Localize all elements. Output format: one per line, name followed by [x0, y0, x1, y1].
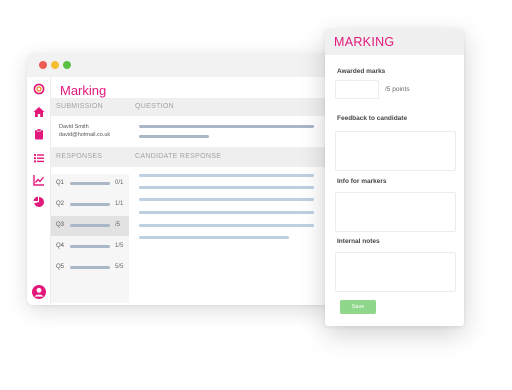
response-row-q4[interactable]: Q4 1/5: [51, 237, 129, 257]
response-question: Q2: [56, 201, 65, 207]
response-row-q3[interactable]: Q3 /5: [51, 216, 129, 236]
candidate-response-header-label: CANDIDATE RESPONSE: [135, 153, 222, 160]
logo-icon[interactable]: [33, 83, 45, 95]
candidate-response-line: [139, 224, 314, 227]
window-maximize-dot[interactable]: [63, 61, 71, 69]
question-text-line: [139, 125, 314, 128]
response-question: Q4: [56, 243, 65, 249]
response-score: 1/1: [115, 201, 124, 207]
marking-panel-title: MARKING: [334, 35, 395, 49]
question-header-label: QUESTION: [135, 103, 174, 110]
candidate-response-line: [139, 174, 314, 177]
response-bar: [70, 182, 110, 185]
save-button[interactable]: Save: [340, 300, 376, 314]
response-question: Q1: [56, 180, 65, 186]
info-for-markers-label: Info for markers: [337, 178, 387, 185]
response-question: Q3: [56, 222, 65, 228]
submission-question-header: SUBMISSION QUESTION: [51, 98, 330, 116]
response-score: /5: [115, 222, 121, 228]
response-score: 0/1: [115, 180, 124, 186]
candidate-response-line: [139, 236, 289, 239]
response-bar: [70, 266, 110, 269]
window-minimize-dot[interactable]: [51, 61, 59, 69]
list-icon[interactable]: [33, 152, 45, 164]
points-suffix: /5 points: [385, 86, 410, 93]
internal-notes-label: Internal notes: [337, 238, 380, 245]
sidebar: [27, 77, 51, 305]
response-row-q1[interactable]: Q1 0/1: [51, 174, 129, 194]
candidate-response-line: [139, 198, 314, 201]
response-bar: [70, 245, 110, 248]
responses-header: RESPONSES CANDIDATE RESPONSE: [51, 147, 330, 167]
question-text-line: [139, 135, 209, 138]
page-title: Marking: [60, 83, 107, 98]
responses-list: Q1 0/1 Q2 1/1 Q3 /5 Q4 1/5 Q5 5/5: [51, 174, 129, 303]
response-bar: [70, 203, 110, 206]
feedback-label: Feedback to candidate: [337, 115, 408, 122]
user-avatar-icon[interactable]: [32, 285, 46, 299]
info-for-markers-textarea[interactable]: [335, 192, 456, 232]
internal-notes-textarea[interactable]: [335, 252, 456, 292]
chart-icon[interactable]: [33, 174, 45, 186]
response-question: Q5: [56, 264, 65, 270]
submission-card[interactable]: David Smith david@hotmail.co.uk: [51, 119, 131, 146]
submission-header-label: SUBMISSION: [56, 103, 103, 110]
responses-header-label: RESPONSES: [56, 153, 103, 160]
pie-chart-icon[interactable]: [33, 196, 45, 208]
candidate-response-line: [139, 211, 314, 214]
awarded-marks-label: Awarded marks: [337, 68, 386, 75]
window-close-dot[interactable]: [39, 61, 47, 69]
window-titlebar: [27, 53, 330, 77]
marking-app-window: Marking SUBMISSION QUESTION David Smith …: [27, 53, 330, 305]
marking-panel-header: MARKING: [325, 29, 464, 55]
candidate-name: David Smith: [59, 124, 89, 130]
response-row-q2[interactable]: Q2 1/1: [51, 195, 129, 215]
feedback-textarea[interactable]: [335, 131, 456, 171]
awarded-marks-input[interactable]: [335, 80, 379, 99]
response-row-q5[interactable]: Q5 5/5: [51, 258, 129, 278]
marking-panel: MARKING Awarded marks /5 points Feedback…: [325, 29, 464, 326]
candidate-response-line: [139, 186, 314, 189]
candidate-email: david@hotmail.co.uk: [59, 132, 111, 138]
clipboard-icon[interactable]: [33, 128, 45, 140]
response-bar: [70, 224, 110, 227]
response-score: 5/5: [115, 264, 124, 270]
home-icon[interactable]: [33, 106, 45, 118]
response-score: 1/5: [115, 243, 124, 249]
main-content: Marking SUBMISSION QUESTION David Smith …: [51, 77, 330, 305]
